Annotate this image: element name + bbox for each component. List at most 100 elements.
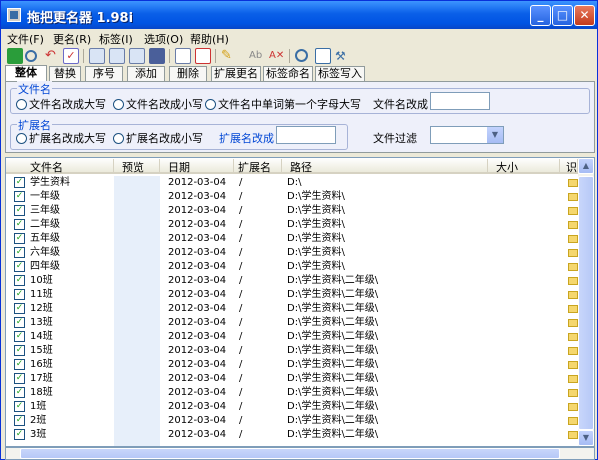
maximize-button[interactable]: □ (552, 5, 573, 26)
rename-icon[interactable]: Ab (249, 48, 265, 64)
rename-a-icon[interactable]: A✕ (269, 48, 285, 64)
cut-icon[interactable] (129, 48, 145, 64)
menu-file[interactable]: 文件(F) (7, 31, 44, 47)
row-checkbox[interactable]: ✓ (14, 345, 25, 356)
row-checkbox[interactable]: ✓ (14, 177, 25, 188)
menu-options[interactable]: 选项(O) (144, 31, 183, 47)
folder-icon (568, 235, 578, 243)
refresh-icon[interactable] (7, 48, 23, 64)
col-preview[interactable]: 预览 (114, 159, 160, 174)
row-checkbox[interactable]: ✓ (14, 359, 25, 370)
scroll-down-icon[interactable]: ▼ (578, 430, 594, 446)
pencil-icon[interactable]: ✎ (221, 48, 237, 64)
row-checkbox[interactable]: ✓ (14, 191, 25, 202)
horizontal-scrollbar[interactable] (5, 447, 595, 460)
table-row[interactable]: ✓ 四年级 2012-03-04 / D:\学生资料\ (6, 260, 578, 274)
col-recognize[interactable]: 识别 (560, 159, 578, 173)
cell-path: D:\学生资料\二年级\ (287, 289, 379, 300)
vertical-scroll-thumb[interactable] (578, 176, 594, 430)
tab-overall[interactable]: 整体 (5, 65, 47, 81)
table-row[interactable]: ✓ 学生资料 2012-03-04 / D:\ (6, 176, 578, 190)
tab-tag-write[interactable]: 标签写入 (315, 66, 365, 81)
row-checkbox[interactable]: ✓ (14, 247, 25, 258)
menu-rename[interactable]: 更名(R) (53, 31, 91, 47)
tab-serial[interactable]: 序号 (85, 66, 123, 81)
row-checkbox[interactable]: ✓ (14, 373, 25, 384)
tab-replace[interactable]: 替换 (49, 66, 81, 81)
close-button[interactable]: ✕ (574, 5, 595, 26)
tab-tag-name[interactable]: 标签命名 (263, 66, 313, 81)
cell-filename: 1班 (30, 401, 47, 412)
row-checkbox[interactable]: ✓ (14, 205, 25, 216)
table-row[interactable]: ✓ 11班 2012-03-04 / D:\学生资料\二年级\ (6, 288, 578, 302)
radio-filename-upper[interactable]: 文件名改成大写 (16, 96, 106, 112)
cell-filename: 15班 (30, 345, 53, 356)
col-filename[interactable]: 文件名 (6, 159, 114, 174)
vertical-scrollbar[interactable]: ▲ ▼ (578, 158, 594, 446)
table-row[interactable]: ✓ 五年级 2012-03-04 / D:\学生资料\ (6, 232, 578, 246)
save-icon[interactable] (149, 48, 165, 64)
col-path[interactable]: 路径 (282, 159, 488, 174)
check-icon[interactable]: ✓ (63, 48, 79, 64)
tab-delete[interactable]: 删除 (169, 66, 207, 81)
radio-filename-lower[interactable]: 文件名改成小写 (113, 96, 203, 112)
menu-tag[interactable]: 标签(I) (99, 31, 133, 47)
table-row[interactable]: ✓ 2班 2012-03-04 / D:\学生资料\二年级\ (6, 414, 578, 428)
copy-icon[interactable] (89, 48, 105, 64)
table-row[interactable]: ✓ 1班 2012-03-04 / D:\学生资料\二年级\ (6, 400, 578, 414)
table-row[interactable]: ✓ 二年级 2012-03-04 / D:\学生资料\ (6, 218, 578, 232)
tools-icon[interactable]: ⚒ (335, 48, 351, 64)
title-bar[interactable]: 拖把更名器 1.98i _ □ ✕ (1, 1, 597, 29)
row-checkbox[interactable]: ✓ (14, 415, 25, 426)
undo-icon[interactable]: ↶ (45, 48, 61, 64)
minimize-button[interactable]: _ (530, 5, 551, 26)
row-checkbox[interactable]: ✓ (14, 233, 25, 244)
row-checkbox[interactable]: ✓ (14, 303, 25, 314)
horizontal-scroll-thumb[interactable] (20, 448, 560, 459)
row-checkbox[interactable]: ✓ (14, 317, 25, 328)
clock-icon[interactable] (295, 49, 308, 62)
tab-ext-rename[interactable]: 扩展更名 (211, 66, 261, 81)
col-date[interactable]: 日期 (160, 159, 234, 174)
tab-add[interactable]: 添加 (127, 66, 165, 81)
cell-filename: 2班 (30, 415, 47, 426)
table-row[interactable]: ✓ 14班 2012-03-04 / D:\学生资料\二年级\ (6, 330, 578, 344)
radio-ext-upper[interactable]: 扩展名改成大写 (16, 130, 106, 146)
row-checkbox[interactable]: ✓ (14, 429, 25, 440)
filename-change-input[interactable] (430, 92, 490, 110)
radio-filename-capitalize[interactable]: 文件名中单词第一个字母大写 (205, 96, 361, 112)
document-icon[interactable] (175, 48, 191, 64)
ext-change-input[interactable] (276, 126, 336, 144)
row-checkbox[interactable]: ✓ (14, 387, 25, 398)
row-checkbox[interactable]: ✓ (14, 275, 25, 286)
col-size[interactable]: 大小 (488, 159, 560, 174)
row-checkbox[interactable]: ✓ (14, 289, 25, 300)
radio-ext-lower[interactable]: 扩展名改成小写 (113, 130, 203, 146)
paste-icon[interactable] (109, 48, 125, 64)
table-row[interactable]: ✓ 3班 2012-03-04 / D:\学生资料\二年级\ (6, 428, 578, 442)
table-row[interactable]: ✓ 16班 2012-03-04 / D:\学生资料\二年级\ (6, 358, 578, 372)
row-checkbox[interactable]: ✓ (14, 219, 25, 230)
search-icon[interactable] (25, 50, 37, 62)
table-row[interactable]: ✓ 一年级 2012-03-04 / D:\学生资料\ (6, 190, 578, 204)
table-row[interactable]: ✓ 13班 2012-03-04 / D:\学生资料\二年级\ (6, 316, 578, 330)
scroll-up-icon[interactable]: ▲ (578, 158, 594, 174)
cell-filename: 学生资料 (30, 177, 70, 188)
table-row[interactable]: ✓ 17班 2012-03-04 / D:\学生资料\二年级\ (6, 372, 578, 386)
filter-select[interactable]: ▼ (430, 126, 504, 144)
table-row[interactable]: ✓ 六年级 2012-03-04 / D:\学生资料\ (6, 246, 578, 260)
window-icon[interactable] (315, 48, 331, 64)
table-row[interactable]: ✓ 10班 2012-03-04 / D:\学生资料\二年级\ (6, 274, 578, 288)
table-row[interactable]: ✓ 三年级 2012-03-04 / D:\学生资料\ (6, 204, 578, 218)
row-checkbox[interactable]: ✓ (14, 261, 25, 272)
row-checkbox[interactable]: ✓ (14, 401, 25, 412)
list-icon[interactable] (195, 48, 211, 64)
row-checkbox[interactable]: ✓ (14, 331, 25, 342)
table-row[interactable]: ✓ 12班 2012-03-04 / D:\学生资料\二年级\ (6, 302, 578, 316)
table-row[interactable]: ✓ 18班 2012-03-04 / D:\学生资料\二年级\ (6, 386, 578, 400)
chevron-down-icon[interactable]: ▼ (487, 127, 503, 143)
options-panel: 文件名 文件名改成大写 文件名改成小写 文件名中单词第一个字母大写 文件名改成 … (5, 81, 595, 153)
col-ext[interactable]: 扩展名 (234, 159, 282, 174)
table-row[interactable]: ✓ 15班 2012-03-04 / D:\学生资料\二年级\ (6, 344, 578, 358)
menu-help[interactable]: 帮助(H) (190, 31, 229, 47)
